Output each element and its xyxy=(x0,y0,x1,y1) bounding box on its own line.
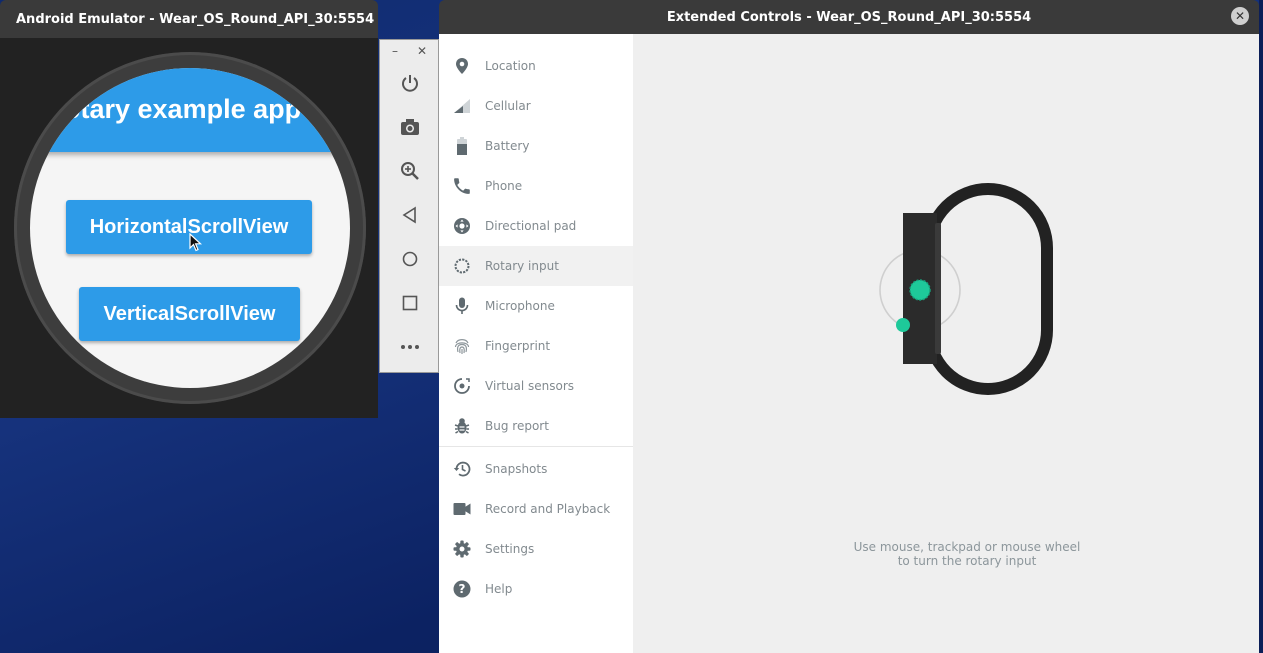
history-icon xyxy=(439,460,485,478)
sidebar-item-cellular[interactable]: Cellular xyxy=(439,86,633,126)
signal-icon xyxy=(439,98,485,114)
sidebar-item-label: Rotary input xyxy=(485,259,559,273)
sidebar-item-record-and-playback[interactable]: Record and Playback xyxy=(439,489,633,529)
sidebar-item-label: Battery xyxy=(485,139,530,153)
sidebar-item-battery[interactable]: Battery xyxy=(439,126,633,166)
phone-icon xyxy=(439,178,485,194)
overview-icon[interactable] xyxy=(398,291,422,315)
battery-icon xyxy=(439,137,485,155)
extended-controls-title: Extended Controls - Wear_OS_Round_API_30… xyxy=(666,9,1032,25)
home-icon[interactable] xyxy=(398,247,422,271)
minimize-icon[interactable]: – xyxy=(392,44,398,58)
sidebar-item-directional-pad[interactable]: Directional pad xyxy=(439,206,633,246)
sidebar-item-label: Directional pad xyxy=(485,219,577,233)
close-icon[interactable]: ✕ xyxy=(417,44,427,58)
microphone-icon xyxy=(439,297,485,315)
zoom-in-icon[interactable] xyxy=(398,159,422,183)
rotary-input-panel: Use mouse, trackpad or mouse wheel to tu… xyxy=(633,34,1259,653)
app-bar: otary example app xyxy=(30,68,350,152)
back-icon[interactable] xyxy=(398,203,422,227)
help-icon: ? xyxy=(439,580,485,598)
app-title: otary example app xyxy=(64,94,302,124)
sidebar-item-rotary-input[interactable]: Rotary input xyxy=(439,246,633,286)
sidebar-item-label: Bug report xyxy=(485,419,549,433)
sidebar-item-fingerprint[interactable]: Fingerprint xyxy=(439,326,633,366)
emulator-toolbar: – ✕ xyxy=(379,39,439,373)
emulator-window-title: Android Emulator - Wear_OS_Round_API_30:… xyxy=(16,11,375,27)
sidebar-item-microphone[interactable]: Microphone xyxy=(439,286,633,326)
sidebar-item-label: Virtual sensors xyxy=(485,379,575,393)
vertical-scroll-view-button[interactable]: VerticalScrollView xyxy=(79,287,300,341)
more-icon[interactable] xyxy=(398,335,422,359)
sidebar-item-snapshots[interactable]: Snapshots xyxy=(439,449,633,489)
extended-controls-sidebar: Location Cellular Battery Phone Directio… xyxy=(439,34,633,653)
desktop-background xyxy=(1259,0,1263,653)
sidebar-item-phone[interactable]: Phone xyxy=(439,166,633,206)
sidebar-item-label: Cellular xyxy=(485,99,531,113)
video-icon xyxy=(439,502,485,516)
sidebar-item-label: Phone xyxy=(485,179,523,193)
watch-screen[interactable]: otary example app HorizontalScrollView V… xyxy=(30,68,350,388)
mouse-cursor-icon xyxy=(189,233,203,252)
sidebar-item-virtual-sensors[interactable]: Virtual sensors xyxy=(439,366,633,406)
emulator-titlebar[interactable]: Android Emulator - Wear_OS_Round_API_30:… xyxy=(0,0,378,38)
sidebar-item-label: Settings xyxy=(485,542,535,556)
gear-icon xyxy=(439,540,485,558)
sidebar-item-label: Help xyxy=(485,582,513,596)
svg-text:?: ? xyxy=(459,582,466,596)
rotary-icon xyxy=(439,257,485,275)
rotary-watch-illustration[interactable] xyxy=(873,179,1063,404)
sidebar-item-location[interactable]: Location xyxy=(439,46,633,86)
dpad-icon xyxy=(439,217,485,235)
sidebar-divider xyxy=(439,446,633,447)
fingerprint-icon xyxy=(439,337,485,355)
sidebar-item-label: Fingerprint xyxy=(485,339,551,353)
power-icon[interactable] xyxy=(398,71,422,95)
camera-icon[interactable] xyxy=(398,115,422,139)
sidebar-item-label: Snapshots xyxy=(485,462,548,476)
close-window-button[interactable]: ✕ xyxy=(1231,7,1249,25)
sensors-icon xyxy=(439,377,485,395)
sidebar-item-settings[interactable]: Settings xyxy=(439,529,633,569)
sidebar-item-label: Microphone xyxy=(485,299,555,313)
sidebar-item-label: Location xyxy=(485,59,536,73)
sidebar-item-label: Record and Playback xyxy=(485,502,611,516)
extended-controls-titlebar[interactable]: Extended Controls - Wear_OS_Round_API_30… xyxy=(439,0,1259,34)
sidebar-item-bug-report[interactable]: Bug report xyxy=(439,406,633,446)
sidebar-item-help[interactable]: ? Help xyxy=(439,569,633,609)
location-pin-icon xyxy=(439,57,485,75)
rotary-hint-text: Use mouse, trackpad or mouse wheel to tu… xyxy=(853,540,1081,568)
bug-icon xyxy=(439,417,485,435)
